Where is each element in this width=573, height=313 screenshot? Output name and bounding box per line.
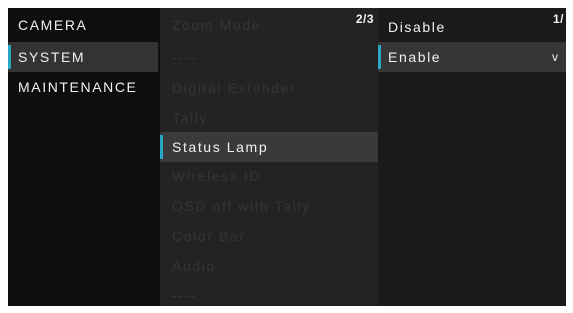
submenu-item-status-lamp[interactable]: Status Lamp <box>160 132 378 162</box>
submenu-item-label: Zoom Mode <box>172 17 262 33</box>
submenu-item-label: Color Bar <box>172 228 246 244</box>
check-icon: v <box>552 50 558 64</box>
submenu: 2/3 Zoom Mode ---- Digital Extender Tall… <box>160 8 378 306</box>
submenu-item-label: Status Lamp <box>172 139 269 155</box>
menu-item-camera[interactable]: CAMERA <box>8 10 158 40</box>
menu-item-label: SYSTEM <box>18 49 86 65</box>
menu-item-label: CAMERA <box>18 17 88 33</box>
submenu-item-label: Tally <box>172 110 209 126</box>
menu-item-label: MAINTENANCE <box>18 79 138 95</box>
option-label: Enable <box>388 49 442 65</box>
menu-item-system[interactable]: SYSTEM <box>8 42 158 72</box>
submenu-item-osd-off-with-tally: OSD off with Tally <box>160 191 378 221</box>
submenu-item-wireless-id: Wireless ID <box>160 161 378 191</box>
osd-menu-screen: CAMERA SYSTEM MAINTENANCE 2/3 Zoom Mode … <box>8 8 566 306</box>
submenu-item-separator: ---- <box>160 280 378 306</box>
submenu-item-label: Audio <box>172 258 216 274</box>
submenu-item-label: OSD off with Tally <box>172 198 311 214</box>
main-menu: CAMERA SYSTEM MAINTENANCE <box>8 8 158 306</box>
submenu-item-separator: ---- <box>160 42 378 72</box>
option-disable[interactable]: Disable <box>378 12 566 42</box>
option-enable[interactable]: Enable v <box>378 42 566 72</box>
submenu-item-zoom-mode: Zoom Mode <box>160 10 378 40</box>
options-panel: 1/ Disable Enable v <box>378 8 566 306</box>
submenu-item-label: ---- <box>172 287 198 303</box>
submenu-item-label: Wireless ID <box>172 168 262 184</box>
option-label: Disable <box>388 19 446 35</box>
submenu-item-digital-extender: Digital Extender <box>160 73 378 103</box>
selection-marker <box>8 45 11 69</box>
submenu-item-label: ---- <box>172 49 198 65</box>
submenu-item-label: Digital Extender <box>172 80 297 96</box>
selection-marker <box>378 45 381 69</box>
submenu-item-color-bar: Color Bar <box>160 221 378 251</box>
submenu-item-tally: Tally <box>160 103 378 133</box>
selection-marker <box>160 135 163 159</box>
menu-item-maintenance[interactable]: MAINTENANCE <box>8 72 158 102</box>
submenu-item-audio: Audio <box>160 251 378 281</box>
